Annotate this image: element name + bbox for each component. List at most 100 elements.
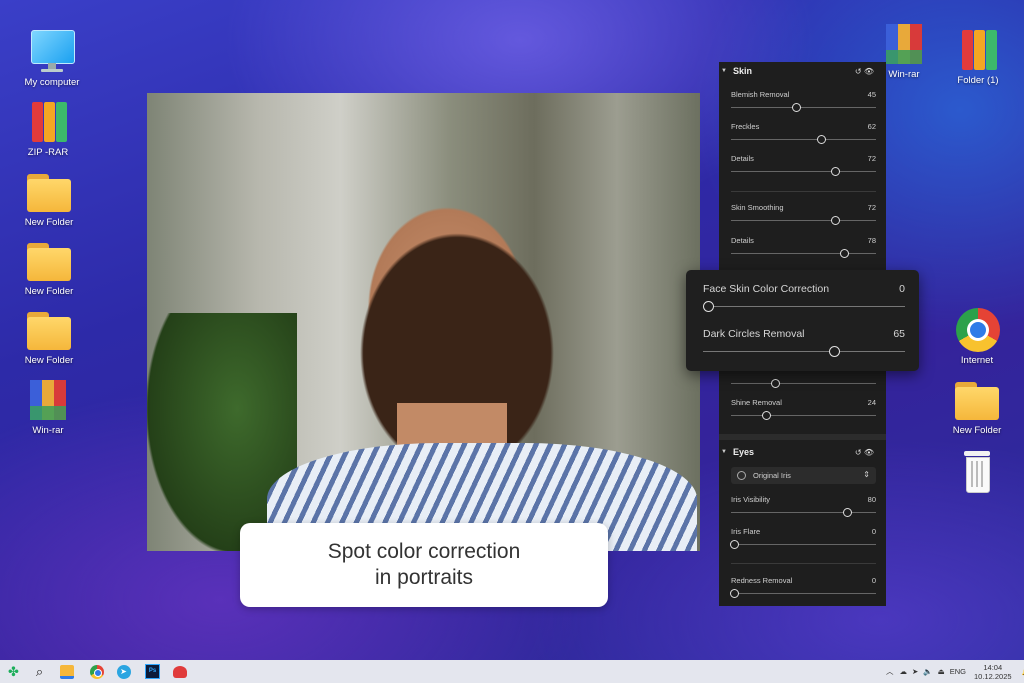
- slider-knob[interactable]: [831, 216, 841, 225]
- folder-icon: [953, 378, 1001, 422]
- slider-track[interactable]: [731, 171, 876, 172]
- clock-date: 10.12.2025: [974, 671, 1012, 681]
- slider-knob[interactable]: [843, 508, 852, 517]
- slider-value: 0: [871, 527, 876, 536]
- caption-card: Spot color correction in portraits: [240, 523, 608, 607]
- binders-icon: [24, 100, 72, 144]
- slider-knob[interactable]: [829, 346, 841, 357]
- portrait-photo: [147, 93, 700, 551]
- start-icon[interactable]: ✤: [5, 663, 22, 680]
- zoomed-slider-popup: Face Skin Color Correction 0 Dark Circle…: [686, 270, 919, 371]
- desktop-icon-internet[interactable]: Internet: [945, 308, 1009, 366]
- slider-value: 78: [867, 236, 876, 245]
- desktop-icon-win-rar-left[interactable]: Win-rar: [16, 378, 80, 436]
- slider-value: 24: [867, 398, 876, 407]
- photoshop-icon[interactable]: Ps: [144, 663, 161, 680]
- desktop-icon-new-folder-right[interactable]: New Folder: [945, 378, 1009, 436]
- taskbar: ✤ ⌕ ➤ Ps ︿ ☁ ➤ 🔈 ⏏ ENG 14:04 10.12.2025 …: [0, 660, 1024, 683]
- divider: [731, 563, 876, 564]
- slider-knob[interactable]: [761, 411, 771, 420]
- slider-track[interactable]: [703, 306, 905, 307]
- desktop-icon-label: Win-rar: [32, 425, 64, 436]
- slider-value: 0: [871, 576, 876, 585]
- iris-ring-icon: [737, 471, 746, 480]
- speaker-icon[interactable]: 🔈: [923, 667, 932, 676]
- collapse-arrow-icon[interactable]: ▼: [721, 449, 727, 455]
- slider-knob[interactable]: [831, 167, 841, 176]
- slider-track[interactable]: [731, 383, 876, 384]
- winrar-icon: [880, 22, 928, 66]
- slider-label: Skin Smoothing: [731, 203, 784, 212]
- slider-value: 45: [867, 90, 876, 99]
- slider-knob[interactable]: [816, 135, 826, 144]
- desktop-icon-label: New Folder: [952, 425, 1002, 436]
- folder-icon: [25, 308, 73, 352]
- slider-label: Details: [731, 236, 754, 245]
- usb-icon[interactable]: ⏏: [938, 667, 945, 676]
- slider-label: Iris Flare: [731, 527, 761, 536]
- slider-track[interactable]: [731, 415, 876, 416]
- cloud-icon[interactable]: ☁: [900, 667, 908, 676]
- slider-knob[interactable]: [770, 379, 780, 388]
- iris-select[interactable]: Original Iris ⇕: [731, 467, 876, 484]
- divider: [731, 191, 876, 192]
- desktop-icon-label: ZIP -RAR: [27, 147, 69, 158]
- desktop-icon-label: Folder (1): [957, 75, 999, 86]
- clock-time: 14:04: [983, 662, 1003, 672]
- folder-icon: [25, 170, 73, 214]
- telegram-tray-icon[interactable]: ➤: [912, 667, 918, 676]
- eyes-section-header[interactable]: ▼ Eyes ↺ 👁: [719, 444, 886, 460]
- section-title: Eyes: [732, 447, 754, 457]
- desktop-icon-my-computer[interactable]: My computer: [20, 30, 84, 88]
- desktop-icon-recycle-bin[interactable]: [945, 448, 1009, 495]
- desktop-icon-new-folder-1[interactable]: New Folder: [17, 170, 81, 228]
- folder-icon: [25, 239, 73, 283]
- reset-visibility-icons[interactable]: ↺ 👁: [855, 448, 874, 457]
- slider-track[interactable]: [731, 512, 876, 513]
- telegram-icon[interactable]: ➤: [115, 663, 132, 680]
- slider-value: 80: [867, 495, 876, 504]
- section-gap: [719, 434, 886, 440]
- desktop-icon-label: New Folder: [24, 355, 74, 366]
- reset-visibility-icons[interactable]: ↺ 👁: [855, 67, 874, 76]
- slider-track[interactable]: [731, 220, 876, 221]
- slider-knob[interactable]: [792, 103, 802, 112]
- slider-track[interactable]: [731, 544, 876, 545]
- slider-track[interactable]: [731, 139, 876, 140]
- binders-icon: [954, 28, 1002, 72]
- desktop-icon-new-folder-3[interactable]: New Folder: [17, 308, 81, 366]
- slider-label: Iris Visibility: [731, 495, 771, 504]
- slider-track[interactable]: [731, 107, 876, 108]
- winrar-icon: [24, 378, 72, 422]
- file-explorer-icon[interactable]: [58, 663, 75, 680]
- system-tray: ︿ ☁ ➤ 🔈 ⏏ ENG 14:04 10.12.2025 🔔: [886, 660, 1024, 683]
- slider-track[interactable]: [731, 253, 876, 254]
- slider-value: 65: [893, 328, 905, 340]
- retouch-app-icon[interactable]: [171, 663, 188, 680]
- slider-knob[interactable]: [730, 540, 739, 549]
- slider-value: 0: [899, 283, 905, 295]
- caption-line-1: Spot color correction: [327, 540, 521, 563]
- slider-knob[interactable]: [840, 249, 850, 258]
- desktop-icon-new-folder-2[interactable]: New Folder: [17, 239, 81, 297]
- search-icon[interactable]: ⌕: [31, 663, 48, 680]
- desktop-icon-label: Internet: [960, 355, 994, 366]
- clock[interactable]: 14:04 10.12.2025: [974, 663, 1012, 681]
- slider-knob[interactable]: [730, 589, 739, 598]
- chrome-icon[interactable]: [88, 663, 105, 680]
- desktop-icon-folder-1[interactable]: Folder (1): [946, 28, 1010, 86]
- slider-knob[interactable]: [703, 301, 714, 312]
- slider-track[interactable]: [703, 351, 905, 352]
- chrome-icon: [953, 308, 1001, 352]
- slider-track[interactable]: [731, 593, 876, 594]
- slider-label: Blemish Removal: [731, 90, 790, 99]
- desktop-icon-zip-rar[interactable]: ZIP -RAR: [16, 100, 80, 158]
- chevron-up-icon[interactable]: ︿: [886, 666, 894, 677]
- slider-label: Shine Removal: [731, 398, 782, 407]
- slider-label: Dark Circles Removal: [703, 328, 805, 340]
- skin-section-header[interactable]: ▼ Skin ↺ 👁: [719, 63, 886, 79]
- desktop-icon-label: My computer: [24, 77, 80, 88]
- collapse-arrow-icon[interactable]: ▼: [721, 68, 727, 74]
- slider-value: 72: [867, 154, 876, 163]
- language-indicator[interactable]: ENG: [950, 667, 966, 676]
